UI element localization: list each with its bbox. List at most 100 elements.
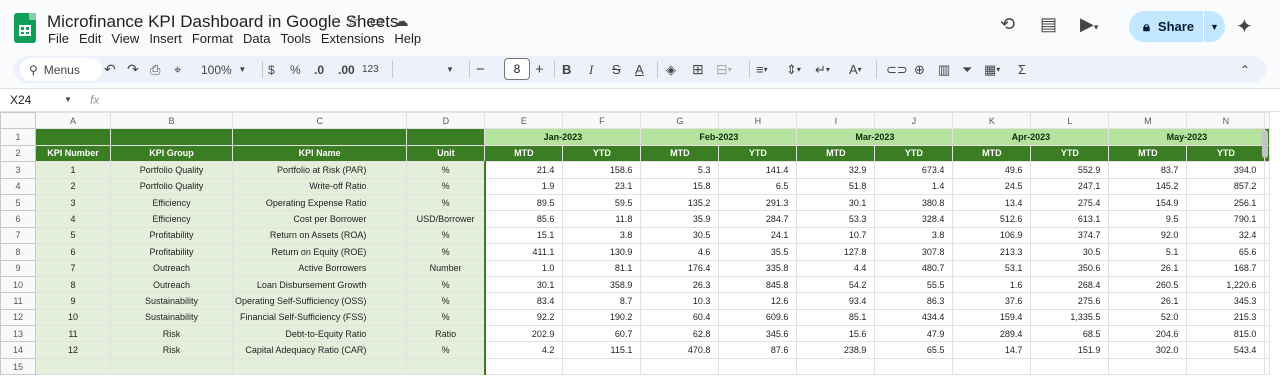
kpi-group-cell[interactable]: Risk <box>110 341 233 359</box>
table-row[interactable]: 12 10 Sustainability Financial Self-Suffici… <box>0 308 1271 327</box>
value-cell[interactable]: 30.5 <box>640 226 720 245</box>
kpi-group-cell[interactable]: Efficiency <box>110 193 233 212</box>
value-cell[interactable]: 130.9 <box>562 243 642 261</box>
value-cell[interactable]: 15.6 <box>796 325 876 343</box>
strikethrough-icon[interactable]: S <box>612 56 621 83</box>
unit-cell[interactable]: % <box>406 292 486 310</box>
select-all-corner[interactable] <box>0 111 36 130</box>
value-cell[interactable]: 15.1 <box>484 226 564 245</box>
value-cell[interactable]: 374.7 <box>1030 226 1110 245</box>
text-rotation-icon[interactable]: A ▾ <box>849 56 862 83</box>
value-cell[interactable]: 51.8 <box>796 177 876 195</box>
value-cell[interactable]: 54.2 <box>796 275 876 294</box>
undo-icon[interactable]: ↶ <box>104 56 116 83</box>
column-header-h[interactable]: H <box>718 111 798 130</box>
value-cell[interactable]: 358.9 <box>562 275 642 294</box>
row-header[interactable]: 1 <box>0 128 36 146</box>
insert-comment-icon[interactable]: ⊕ <box>914 56 925 83</box>
kpi-number-cell[interactable]: 2 <box>35 177 111 195</box>
value-cell[interactable]: 10.3 <box>640 292 720 310</box>
value-cell[interactable]: 380.8 <box>874 193 954 212</box>
menu-item-view[interactable]: View <box>111 31 139 46</box>
row-header[interactable]: 10 <box>0 275 36 294</box>
horizontal-align-icon[interactable]: ≡ ▾ <box>756 56 768 83</box>
value-cell[interactable]: 213.3 <box>952 243 1032 261</box>
value-cell[interactable]: 202.9 <box>484 325 564 343</box>
month-header[interactable]: Apr-2023 <box>952 128 1110 146</box>
value-cell[interactable]: 411.1 <box>484 243 564 261</box>
value-cell[interactable]: 93.4 <box>796 292 876 310</box>
kpi-number-cell[interactable]: 6 <box>35 243 111 261</box>
value-cell[interactable]: 60.7 <box>562 325 642 343</box>
value-cell[interactable]: 291.3 <box>718 193 798 212</box>
value-cell[interactable]: 60.4 <box>640 308 720 327</box>
value-cell[interactable]: 6.5 <box>718 177 798 195</box>
mtd-header[interactable]: MTD <box>640 144 720 163</box>
menu-item-help[interactable]: Help <box>394 31 421 46</box>
value-cell[interactable]: 30.1 <box>796 193 876 212</box>
value-cell[interactable]: 4.4 <box>796 259 876 277</box>
month-header[interactable]: Mar-2023 <box>796 128 954 146</box>
row-header[interactable]: 7 <box>0 226 36 245</box>
value-cell[interactable]: 480.7 <box>874 259 954 277</box>
value-cell[interactable]: 87.6 <box>718 341 798 359</box>
kpi-name-cell[interactable]: Debt-to-Equity Ratio <box>231 325 408 343</box>
kpi-name-cell[interactable]: Portfolio at Risk (PAR) <box>231 161 408 179</box>
value-cell[interactable]: 10.7 <box>796 226 876 245</box>
empty-cell[interactable] <box>484 357 564 376</box>
menu-item-extensions[interactable]: Extensions <box>321 31 385 46</box>
value-cell[interactable]: 256.1 <box>1186 193 1266 212</box>
value-cell[interactable]: 790.1 <box>1186 210 1266 228</box>
value-cell[interactable]: 106.9 <box>952 226 1032 245</box>
value-cell[interactable]: 1.9 <box>484 177 564 195</box>
number-format-button[interactable]: 123 <box>362 56 379 83</box>
kpi-group-cell[interactable]: Outreach <box>110 275 233 294</box>
value-cell[interactable]: 12.6 <box>718 292 798 310</box>
value-cell[interactable]: 89.5 <box>484 193 564 212</box>
value-cell[interactable]: 26.1 <box>1108 259 1188 277</box>
value-cell[interactable]: 5.1 <box>1108 243 1188 261</box>
value-cell[interactable]: 190.2 <box>562 308 642 327</box>
value-cell[interactable]: 3.8 <box>562 226 642 245</box>
row-header[interactable]: 3 <box>0 161 36 179</box>
empty-cell[interactable] <box>952 357 1032 376</box>
value-cell[interactable]: 83.7 <box>1108 161 1188 179</box>
decrease-font-size-icon[interactable]: − <box>476 56 485 83</box>
spreadsheet-grid[interactable]: ABCDEFGHIJKLMN 1 Jan-2023 Feb-2023 Mar-2023… <box>0 111 1280 388</box>
value-cell[interactable]: 275.6 <box>1030 292 1110 310</box>
kpi-name-cell[interactable]: Operating Expense Ratio <box>231 193 408 212</box>
kpi-group-cell[interactable]: Sustainability <box>110 308 233 327</box>
empty-cell[interactable] <box>406 357 486 376</box>
month-header[interactable]: Jan-2023 <box>484 128 642 146</box>
value-cell[interactable]: 21.4 <box>484 161 564 179</box>
value-cell[interactable]: 394.0 <box>1186 161 1266 179</box>
vertical-align-icon[interactable]: ⇕ ▾ <box>786 56 801 83</box>
empty-cell[interactable] <box>1108 357 1188 376</box>
search-menus-button[interactable]: ⚲ Menus <box>20 58 102 81</box>
row-header[interactable]: 12 <box>0 308 36 327</box>
value-cell[interactable]: 141.4 <box>718 161 798 179</box>
value-cell[interactable]: 135.2 <box>640 193 720 212</box>
value-cell[interactable]: 3.8 <box>874 226 954 245</box>
value-cell[interactable]: 32.9 <box>796 161 876 179</box>
mtd-header[interactable]: MTD <box>952 144 1032 163</box>
column-title[interactable]: KPI Name <box>231 144 408 163</box>
kpi-name-cell[interactable]: Operating Self-Sufficiency (OSS) <box>231 292 408 310</box>
column-title[interactable]: KPI Group <box>110 144 233 163</box>
value-cell[interactable]: 1,335.5 <box>1030 308 1110 327</box>
value-cell[interactable]: 307.8 <box>874 243 954 261</box>
value-cell[interactable]: 11.8 <box>562 210 642 228</box>
decrease-decimal-button[interactable]: .0 <box>314 56 324 83</box>
unit-cell[interactable]: % <box>406 177 486 195</box>
kpi-name-cell[interactable]: Return on Assets (ROA) <box>231 226 408 245</box>
table-row[interactable]: 11 9 Sustainability Operating Self-Sufficie… <box>0 292 1271 310</box>
value-cell[interactable]: 284.7 <box>718 210 798 228</box>
value-cell[interactable]: 434.4 <box>874 308 954 327</box>
filter-views-icon[interactable]: ▦ ▾ <box>984 56 1000 83</box>
value-cell[interactable]: 5.3 <box>640 161 720 179</box>
kpi-group-cell[interactable]: Portfolio Quality <box>110 161 233 179</box>
increase-font-size-icon[interactable]: + <box>535 56 544 83</box>
sheets-logo-icon[interactable] <box>14 13 36 43</box>
empty-cell[interactable] <box>1186 357 1266 376</box>
text-wrap-icon[interactable]: ↵ ▾ <box>815 56 830 83</box>
